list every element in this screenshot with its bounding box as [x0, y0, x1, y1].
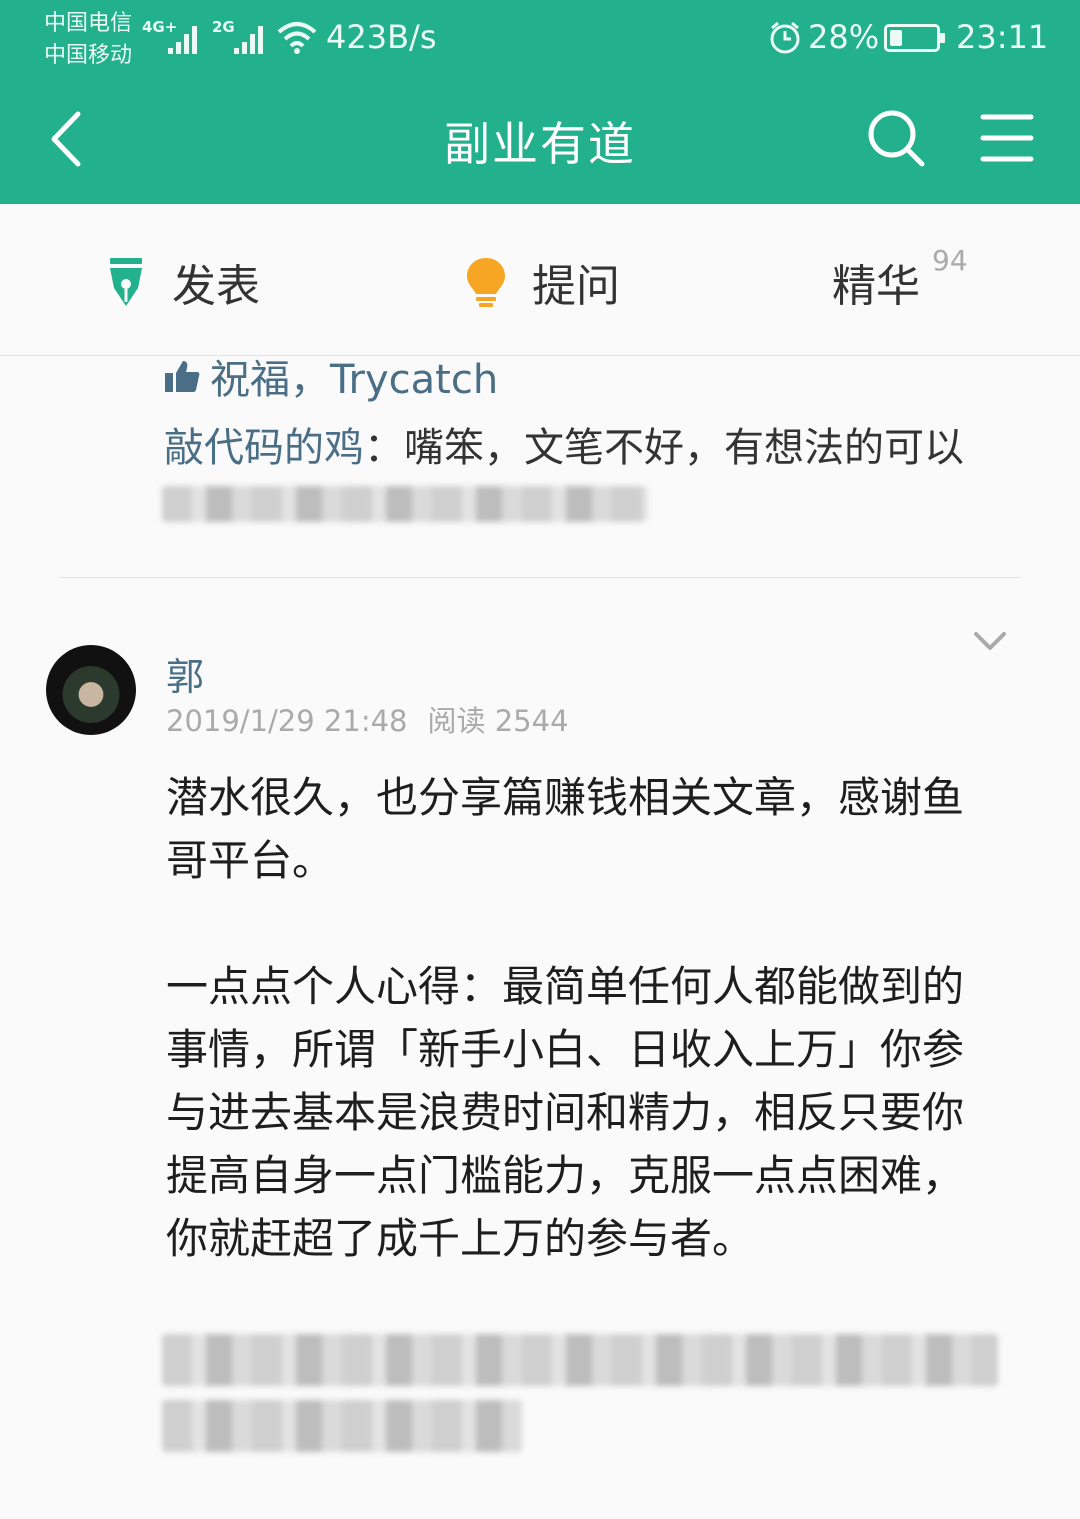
comment-item: 敲代码的鸡：嘴笨，文笔不好，有想法的可以: [164, 422, 1024, 474]
chevron-down-icon[interactable]: [972, 626, 1008, 656]
clock: 23:11: [956, 18, 1049, 56]
featured-count: 94: [932, 244, 968, 277]
redacted-text: [162, 1400, 522, 1452]
author-name[interactable]: 郭: [166, 646, 204, 701]
network-speed: 423B/s: [326, 18, 437, 56]
net-2-label: 2G: [212, 18, 235, 36]
net-1-label: 4G+: [142, 18, 177, 36]
ask-label: 提问: [532, 261, 620, 312]
action-bar: 发表 提问 精华 94: [0, 204, 1080, 356]
read-count: 阅读 2544: [427, 704, 569, 738]
carrier-2: 中国移动: [44, 43, 133, 68]
battery-fill: [890, 30, 902, 46]
post-button[interactable]: 发表: [104, 254, 260, 312]
post-paragraph: 潜水很久，也分享篇赚钱相关文章，感谢鱼哥平台。: [166, 773, 965, 885]
lightbulb-icon: [467, 258, 505, 307]
battery-percent: 28%: [808, 18, 880, 56]
post-label: 发表: [172, 261, 260, 312]
avatar[interactable]: [46, 645, 136, 735]
likes-row: 祝福，Trycatch: [164, 350, 499, 403]
signal-2g-icon: 2G: [212, 18, 263, 54]
thumbs-up-icon: [165, 361, 200, 392]
redacted-text: [162, 1334, 998, 1386]
post-meta: 2019/1/29 21:48 阅读 2544: [166, 698, 569, 740]
post-date: 2019/1/29 21:48: [166, 704, 408, 738]
menu-icon[interactable]: [980, 112, 1034, 164]
post-paragraph: 一点点个人心得：最简单任何人都能做到的事情，所谓「新手小白、日收入上万」你参与进…: [166, 962, 965, 1263]
featured-button[interactable]: 精华: [832, 254, 920, 312]
wifi-icon: [277, 22, 317, 54]
comment-text: 嘴笨，文笔不好，有想法的可以: [404, 425, 964, 471]
post-body: 潜水很久，也分享篇赚钱相关文章，感谢鱼哥平台。 一点点个人心得：最简单任何人都能…: [166, 766, 996, 1270]
carrier-1: 中国电信: [44, 11, 133, 36]
status-bar: 中国电信 中国移动 4G+ 2G 423B/s 28% 23:11: [0, 0, 1080, 80]
carrier-labels: 中国电信 中国移动: [44, 8, 132, 72]
battery-icon: [884, 24, 945, 52]
signal-4g-icon: 4G+: [142, 18, 197, 54]
search-icon[interactable]: [864, 106, 928, 170]
comment-separator: ：: [364, 425, 404, 471]
ask-button[interactable]: 提问: [464, 254, 620, 312]
commenter-name[interactable]: 敲代码的鸡: [164, 425, 364, 471]
app-header: 中国电信 中国移动 4G+ 2G 423B/s 28% 23:11 副业有道: [0, 0, 1080, 204]
featured-label: 精华: [832, 261, 920, 312]
likes-text: 祝福，Trycatch: [210, 357, 499, 403]
redacted-text: [162, 486, 648, 522]
divider: [60, 577, 1020, 578]
pen-icon: [110, 258, 142, 306]
alarm-icon: [770, 21, 800, 54]
